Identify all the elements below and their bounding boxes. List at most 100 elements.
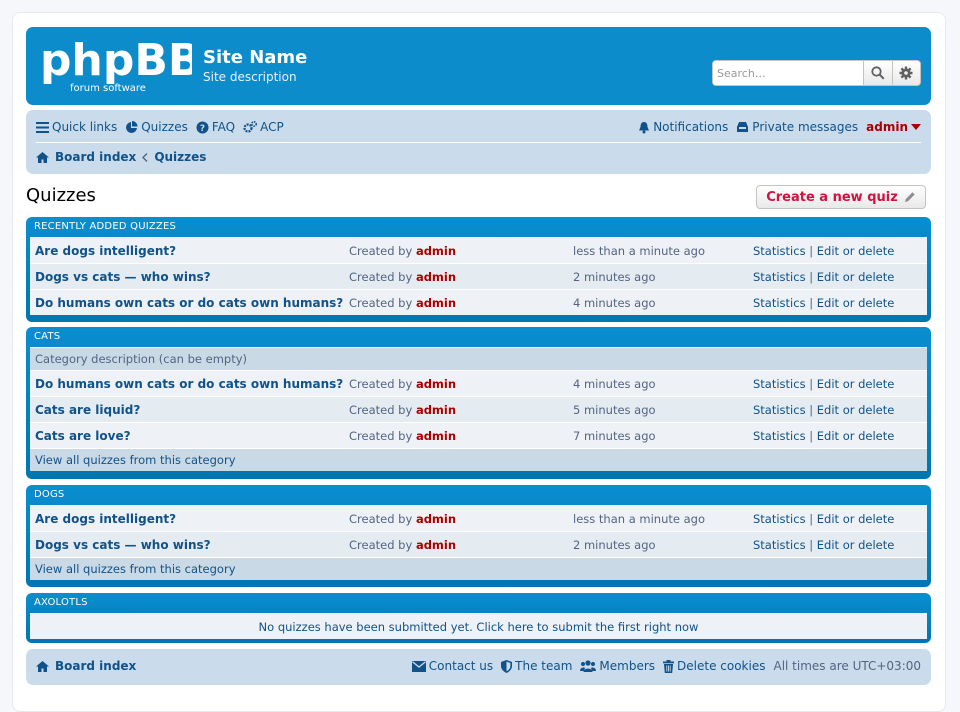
site-name[interactable]: Site Name: [203, 47, 307, 68]
quizzes-link[interactable]: Quizzes: [125, 120, 188, 134]
edit-delete-link[interactable]: Edit or delete: [817, 429, 895, 443]
breadcrumb-quizzes[interactable]: Quizzes: [154, 150, 206, 164]
quiz-actions: Statistics | Edit or delete: [753, 402, 895, 417]
quizzes-label: Quizzes: [141, 120, 188, 134]
table-row: Are dogs intelligent? Created by admin l…: [30, 505, 927, 531]
created-by: Created by admin: [349, 537, 457, 552]
quiz-actions: Statistics | Edit or delete: [753, 243, 895, 258]
author-link[interactable]: admin: [416, 429, 456, 443]
edit-delete-link[interactable]: Edit or delete: [817, 512, 895, 526]
edit-delete-link[interactable]: Edit or delete: [817, 244, 895, 258]
view-all-row: View all quizzes from this category: [30, 557, 927, 580]
statistics-link[interactable]: Statistics: [753, 538, 806, 552]
team-link[interactable]: The team: [501, 659, 572, 673]
quiz-time: less than a minute ago: [573, 243, 705, 258]
search-button[interactable]: [863, 61, 892, 85]
author-link[interactable]: admin: [416, 538, 456, 552]
create-quiz-button[interactable]: Create a new quiz: [756, 185, 926, 209]
submit-first-quiz-link[interactable]: No quizzes have been submitted yet. Clic…: [30, 620, 927, 634]
username: admin: [866, 120, 908, 134]
acp-link[interactable]: ACP: [243, 120, 284, 134]
panel-recent-quizzes: Recently added quizzes Are dogs intellig…: [26, 217, 931, 322]
edit-delete-link[interactable]: Edit or delete: [817, 270, 895, 284]
home-icon: [36, 660, 49, 672]
statistics-link[interactable]: Statistics: [753, 244, 806, 258]
edit-delete-link[interactable]: Edit or delete: [817, 538, 895, 552]
statistics-link[interactable]: Statistics: [753, 270, 806, 284]
delete-cookies-link[interactable]: Delete cookies: [663, 659, 765, 673]
quiz-title-link[interactable]: Are dogs intelligent?: [35, 244, 176, 258]
author-link[interactable]: admin: [416, 403, 456, 417]
quick-links-label: Quick links: [52, 120, 118, 134]
phpbb-logo[interactable]: phpBB forum software: [40, 33, 192, 95]
quick-links-menu[interactable]: Quick links: [36, 120, 117, 134]
site-description: Site description: [203, 70, 297, 84]
statistics-link[interactable]: Statistics: [753, 512, 806, 526]
statistics-link[interactable]: Statistics: [753, 296, 806, 310]
quiz-title-link[interactable]: Cats are love?: [35, 429, 131, 443]
notifications-link[interactable]: Notifications: [638, 120, 728, 134]
panel-header: Cats: [34, 331, 61, 342]
private-messages-link[interactable]: Private messages: [736, 120, 858, 134]
quiz-time: less than a minute ago: [573, 511, 705, 526]
quiz-time: 4 minutes ago: [573, 376, 656, 391]
view-all-link[interactable]: View all quizzes from this category: [35, 562, 236, 576]
quiz-time: 7 minutes ago: [573, 428, 656, 443]
trash-icon: [663, 659, 675, 673]
question-circle-icon: ?: [196, 121, 209, 134]
panel-header: Recently added quizzes: [34, 221, 177, 232]
search-input[interactable]: [713, 61, 863, 85]
statistics-link[interactable]: Statistics: [753, 377, 806, 391]
footer-board-index[interactable]: Board index: [55, 659, 136, 673]
page-title: Quizzes: [26, 185, 96, 206]
edit-delete-link[interactable]: Edit or delete: [817, 377, 895, 391]
author-link[interactable]: admin: [416, 244, 456, 258]
site-header: phpBB forum software Site Name Site desc…: [26, 27, 931, 105]
statistics-link[interactable]: Statistics: [753, 403, 806, 417]
view-all-link[interactable]: View all quizzes from this category: [35, 453, 236, 467]
quiz-title-link[interactable]: Dogs vs cats — who wins?: [35, 270, 211, 284]
chevron-left-icon: [142, 152, 148, 162]
quiz-title-link[interactable]: Dogs vs cats — who wins?: [35, 538, 211, 552]
table-row: Do humans own cats or do cats own humans…: [30, 289, 927, 315]
members-link[interactable]: Members: [580, 659, 655, 673]
quiz-title-link[interactable]: Do humans own cats or do cats own humans…: [35, 377, 343, 391]
statistics-link[interactable]: Statistics: [753, 429, 806, 443]
empty-row: No quizzes have been submitted yet. Clic…: [30, 613, 927, 639]
faq-link[interactable]: ? FAQ: [196, 120, 235, 134]
quiz-actions: Statistics | Edit or delete: [753, 295, 895, 310]
quiz-time: 4 minutes ago: [573, 295, 656, 310]
table-row: Cats are love? Created by admin 7 minute…: [30, 422, 927, 448]
notifications-label: Notifications: [653, 120, 729, 134]
edit-delete-link[interactable]: Edit or delete: [817, 403, 895, 417]
created-by: Created by admin: [349, 428, 457, 443]
table-row: Do humans own cats or do cats own humans…: [30, 370, 927, 396]
quiz-actions: Statistics | Edit or delete: [753, 428, 895, 443]
caret-down-icon: [911, 124, 921, 130]
author-link[interactable]: admin: [416, 296, 456, 310]
quiz-actions: Statistics | Edit or delete: [753, 376, 895, 391]
edit-delete-link[interactable]: Edit or delete: [817, 296, 895, 310]
members-label: Members: [599, 659, 656, 673]
user-menu[interactable]: admin: [866, 120, 921, 134]
gear-icon: [899, 66, 913, 80]
panel-cats: Cats Category description (can be empty)…: [26, 327, 931, 479]
private-messages-label: Private messages: [752, 120, 859, 134]
navbar: Quick links Quizzes ? FAQ ACP Notificati…: [26, 110, 931, 174]
users-icon: [580, 660, 597, 672]
contact-us-link[interactable]: Contact us: [411, 659, 493, 673]
category-description-row: Category description (can be empty): [30, 347, 927, 370]
advanced-search-button[interactable]: [891, 61, 920, 85]
quiz-title-link[interactable]: Do humans own cats or do cats own humans…: [35, 296, 343, 310]
quiz-title-link[interactable]: Cats are liquid?: [35, 403, 140, 417]
quiz-title-link[interactable]: Are dogs intelligent?: [35, 512, 176, 526]
author-link[interactable]: admin: [416, 377, 456, 391]
breadcrumb-board-index[interactable]: Board index: [55, 150, 136, 164]
author-link[interactable]: admin: [416, 512, 456, 526]
bars-icon: [36, 121, 49, 133]
svg-text:phpBB: phpBB: [40, 35, 192, 86]
created-by: Created by admin: [349, 376, 457, 391]
inbox-icon: [737, 122, 749, 132]
table-row: Dogs vs cats — who wins? Created by admi…: [30, 531, 927, 557]
author-link[interactable]: admin: [416, 270, 456, 284]
